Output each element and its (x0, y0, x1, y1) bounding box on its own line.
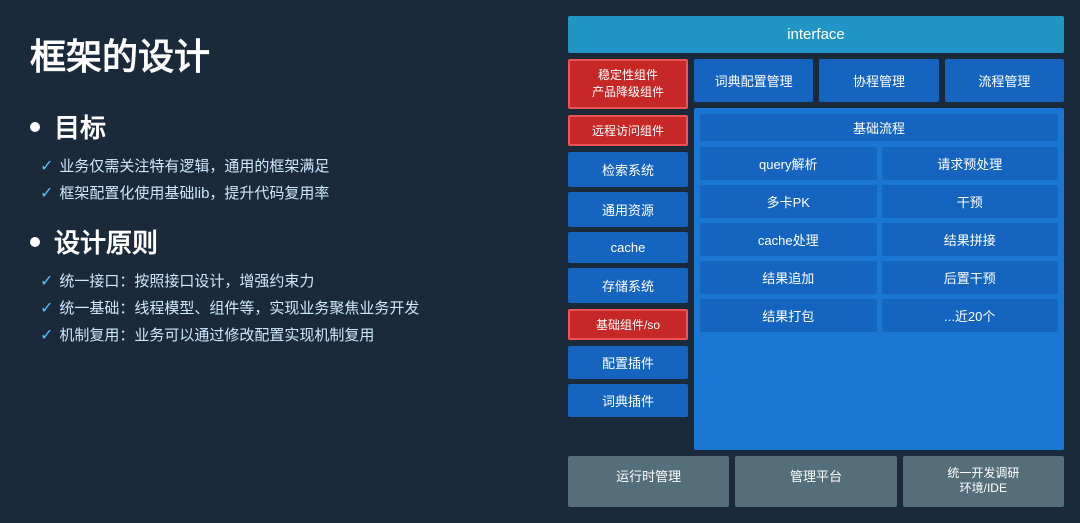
bottom-row: 运行时管理 管理平台 统一开发调研环境/IDE (568, 456, 1064, 507)
target-item-1: ✓ 业务仅需关注特有逻辑，通用的框架满足 (30, 155, 530, 176)
dev-env: 统一开发调研环境/IDE (903, 456, 1064, 507)
base-flow-box: 基础流程 query解析 请求预处理 多卡PK 干预 cache处理 结果拼接 … (694, 108, 1064, 450)
principle-item-2: ✓ 统一基础：线程模型、组件等，实现业务聚焦业务开发 (30, 297, 530, 318)
check-icon: ✓ (40, 298, 53, 318)
main-title: 框架的设计 (30, 28, 530, 80)
check-icon: ✓ (40, 183, 53, 203)
flow-more: ...近20个 (882, 299, 1059, 332)
section-target: 目标 ✓ 业务仅需关注特有逻辑，通用的框架满足 ✓ 框架配置化使用基础lib，提… (30, 108, 530, 203)
section-target-title: 目标 (30, 108, 530, 145)
interface-bar: interface (568, 16, 1064, 53)
flow-cache-process: cache处理 (700, 223, 877, 256)
comp-cache: cache (568, 232, 688, 263)
remote-box: 远程访问组件 (568, 115, 688, 146)
section-principles-title: 设计原则 (30, 223, 530, 260)
plugin-dict: 词典插件 (568, 384, 688, 417)
left-panel: 框架的设计 目标 ✓ 业务仅需关注特有逻辑，通用的框架满足 ✓ 框架配置化使用基… (0, 0, 560, 523)
flow-result-pack: 结果打包 (700, 299, 877, 332)
target-item-2: ✓ 框架配置化使用基础lib，提升代码复用率 (30, 182, 530, 203)
section-principles: 设计原则 ✓ 统一接口：按照接口设计，增强约束力 ✓ 统一基础：线程模型、组件等… (30, 223, 530, 345)
middle-row: 稳定性组件 产品降级组件 远程访问组件 检索系统 通用资源 cache 存储系统… (568, 59, 1064, 450)
coroutine-mgmt: 协程管理 (819, 59, 938, 102)
right-panel: interface 稳定性组件 产品降级组件 远程访问组件 检索系统 通用资源 … (560, 0, 1080, 523)
flow-result-append: 结果追加 (700, 261, 877, 294)
flow-post-intervene: 后置干预 (882, 261, 1059, 294)
principle-item-1: ✓ 统一接口：按照接口设计，增强约束力 (30, 270, 530, 291)
comp-search: 检索系统 (568, 152, 688, 187)
left-col: 稳定性组件 产品降级组件 远程访问组件 检索系统 通用资源 cache 存储系统… (568, 59, 688, 450)
flow-result-merge: 结果拼接 (882, 223, 1059, 256)
right-col: 词典配置管理 协程管理 流程管理 基础流程 query解析 请求预处理 多卡PK… (694, 59, 1064, 450)
comp-storage: 存储系统 (568, 268, 688, 303)
dict-config-mgmt: 词典配置管理 (694, 59, 813, 102)
flow-multicard: 多卡PK (700, 185, 877, 218)
component-list: 检索系统 通用资源 cache 存储系统 (568, 152, 688, 303)
base-comp-box: 基础组件/so (568, 309, 688, 340)
flow-preprocess: 请求预处理 (882, 147, 1059, 180)
runtime-mgmt: 运行时管理 (568, 456, 729, 507)
flow-query: query解析 (700, 147, 877, 180)
base-flow-title: 基础流程 (700, 114, 1058, 141)
flow-mgmt: 流程管理 (945, 59, 1064, 102)
flow-grid: query解析 请求预处理 多卡PK 干预 cache处理 结果拼接 结果追加 … (700, 147, 1058, 332)
check-icon: ✓ (40, 271, 53, 291)
comp-resource: 通用资源 (568, 192, 688, 227)
plugin-list: 配置插件 词典插件 (568, 346, 688, 417)
check-icon: ✓ (40, 156, 53, 176)
flow-intervene: 干预 (882, 185, 1059, 218)
principle-item-3: ✓ 机制复用：业务可以通过修改配置实现机制复用 (30, 324, 530, 345)
stability-box: 稳定性组件 产品降级组件 (568, 59, 688, 109)
check-icon: ✓ (40, 325, 53, 345)
bullet-icon (30, 122, 40, 132)
plugin-config: 配置插件 (568, 346, 688, 379)
mgmt-platform: 管理平台 (735, 456, 896, 507)
bullet-icon (30, 237, 40, 247)
top-right-row: 词典配置管理 协程管理 流程管理 (694, 59, 1064, 102)
